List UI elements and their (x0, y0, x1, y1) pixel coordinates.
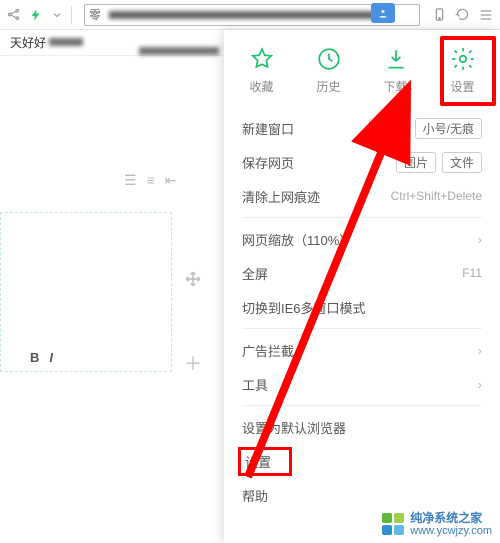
download-icon (383, 46, 409, 72)
menu-label: 帮助 (242, 486, 268, 505)
shortcut-text: F11 (462, 266, 482, 280)
add-icon[interactable]: ＋ (184, 350, 202, 376)
menu-settings[interactable]: 设置 (224, 444, 500, 478)
pill-normal[interactable]: 普通 (369, 118, 409, 139)
menu-zoom[interactable]: 网页缩放（110%） › (224, 222, 500, 256)
quick-settings[interactable]: 设置 (435, 46, 491, 95)
menu-label: 广告拦截 (242, 341, 294, 360)
editor-selection (0, 212, 172, 372)
quick-label: 下载 (383, 78, 407, 95)
italic-button[interactable]: I (49, 350, 53, 365)
watermark-logo (382, 513, 404, 535)
bolt-icon[interactable] (29, 8, 43, 22)
main-menu-panel: 收藏 历史 下载 设置 新建窗口 普通 小号/无痕 保存网页 图片 文件 (224, 30, 500, 543)
menu-label: 设置 (245, 452, 271, 471)
share-icon[interactable] (6, 7, 21, 22)
tab-item-1[interactable]: 天好好 (10, 34, 46, 51)
watermark-url: www.ycwjzy.com (410, 525, 492, 537)
numbered-list-icon[interactable]: ≡ (147, 172, 155, 189)
mobile-icon[interactable] (432, 7, 447, 22)
page-background: ☰ ≡ ⇤ B I ＋ (0, 56, 224, 543)
quick-downloads[interactable]: 下载 (368, 46, 424, 95)
menu-adblock[interactable]: 广告拦截 › (224, 333, 500, 367)
chevron-right-icon: › (478, 232, 482, 247)
menu-label: 保存网页 (242, 153, 294, 172)
menu-fullscreen[interactable]: 全屏 F11 (224, 256, 500, 290)
quick-history[interactable]: 历史 (301, 46, 357, 95)
reload-icon[interactable] (455, 7, 470, 22)
shortcut-text: Ctrl+Shift+Delete (391, 189, 482, 203)
move-icon[interactable] (184, 270, 202, 291)
menu-label: 全屏 (242, 264, 268, 283)
list-icon[interactable]: ☰ (124, 172, 137, 189)
menu-label: 切换到IE6多窗口模式 (242, 298, 366, 317)
menu-label: 设置为默认浏览器 (242, 418, 346, 437)
menu-help[interactable]: 帮助 (224, 478, 500, 512)
quick-label: 设置 (450, 78, 474, 95)
quick-favorites[interactable]: 收藏 (234, 46, 290, 95)
outdent-icon[interactable]: ⇤ (165, 172, 177, 189)
menu-icon[interactable] (478, 7, 494, 23)
quick-label: 收藏 (249, 78, 273, 95)
gear-icon (450, 46, 476, 72)
menu-label: 工具 (242, 375, 268, 394)
star-icon (249, 46, 275, 72)
profile-badge[interactable] (371, 3, 395, 23)
bold-button[interactable]: B (30, 350, 39, 365)
watermark: 纯净系统之家 www.ycwjzy.com (382, 512, 492, 537)
watermark-title: 纯净系统之家 (410, 512, 492, 525)
menu-new-window[interactable]: 新建窗口 普通 小号/无痕 (224, 111, 500, 145)
url-prefix: 零 (89, 6, 103, 23)
pill-incognito[interactable]: 小号/无痕 (415, 118, 482, 139)
menu-clear-trace[interactable]: 清除上网痕迹 Ctrl+Shift+Delete (224, 179, 500, 213)
menu-set-default[interactable]: 设置为默认浏览器 (224, 410, 500, 444)
quick-label: 历史 (316, 78, 340, 95)
chevron-right-icon: › (478, 343, 482, 358)
menu-tools[interactable]: 工具 › (224, 367, 500, 401)
divider (242, 328, 482, 329)
menu-label: 网页缩放（110%） (242, 230, 352, 249)
divider (242, 405, 482, 406)
divider (242, 217, 482, 218)
pill-image[interactable]: 图片 (396, 152, 436, 173)
clock-icon (316, 46, 342, 72)
chevron-down-icon[interactable] (51, 9, 63, 21)
chevron-right-icon: › (478, 377, 482, 392)
menu-label: 清除上网痕迹 (242, 187, 320, 206)
menu-save-page[interactable]: 保存网页 图片 文件 (224, 145, 500, 179)
pill-file[interactable]: 文件 (442, 152, 482, 173)
url-input[interactable]: 零 (84, 4, 420, 26)
menu-label: 新建窗口 (242, 119, 294, 138)
menu-ie6[interactable]: 切换到IE6多窗口模式 (224, 290, 500, 324)
